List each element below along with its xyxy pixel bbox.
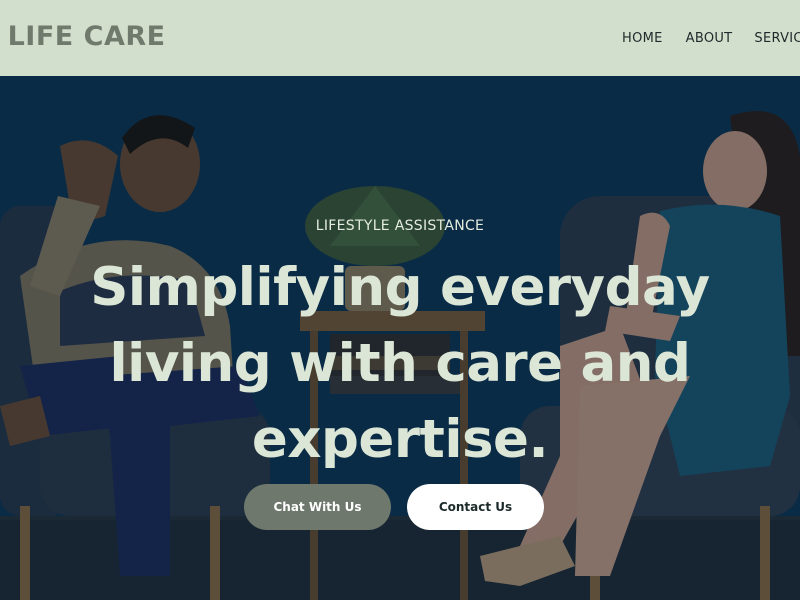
main-nav: HOME ABOUT SERVICES: [622, 31, 800, 46]
contact-us-button[interactable]: Contact Us: [407, 484, 544, 530]
site-logo[interactable]: L LIFE CARE: [0, 21, 166, 52]
nav-about[interactable]: ABOUT: [686, 31, 733, 46]
nav-services[interactable]: SERVICES: [754, 31, 800, 46]
nav-home[interactable]: HOME: [622, 31, 663, 46]
chat-with-us-button[interactable]: Chat With Us: [244, 484, 391, 530]
site-header: L LIFE CARE HOME ABOUT SERVICES: [0, 0, 800, 76]
page: L LIFE CARE HOME ABOUT SERVICES: [0, 0, 800, 600]
hero-eyebrow: LIFESTYLE ASSISTANCE: [315, 218, 485, 234]
hero-section: LIFESTYLE ASSISTANCE Simplifying everyda…: [0, 76, 800, 600]
hero-headline: Simplifying everyday living with care an…: [90, 257, 710, 470]
